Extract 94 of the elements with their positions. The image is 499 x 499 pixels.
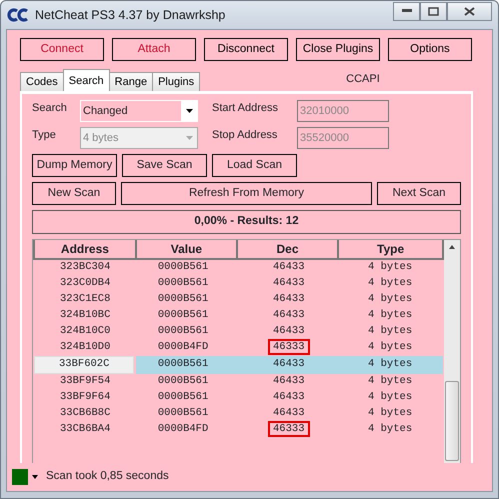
table-row[interactable]: 33BF602C 0000B561 46433 4 bytes	[34, 356, 444, 374]
table-cell: 324B10BC	[60, 308, 110, 321]
status-color-swatch[interactable]	[12, 469, 28, 485]
table-cell: 4 bytes	[368, 308, 412, 321]
status-text: Scan took 0,85 seconds	[46, 469, 169, 484]
table-cell: 33CB6B8C	[60, 406, 110, 419]
table-cell: 324B10C0	[60, 324, 110, 337]
table-row[interactable]: 33BF9F64 0000B561 46433 4 bytes	[34, 390, 444, 406]
action-button[interactable]: Dump Memory	[32, 154, 117, 177]
results-bar: 0,00% - Results: 12	[32, 210, 461, 234]
table-cell: 0000B4FD	[158, 422, 208, 435]
minimize-button[interactable]	[393, 2, 420, 20]
toolbar-button[interactable]: Disconnect	[204, 38, 288, 61]
table-cell: 4 bytes	[368, 422, 412, 435]
toolbar-button[interactable]: Attach	[112, 38, 196, 61]
column-header[interactable]: Address	[34, 240, 136, 259]
table-cell: 46433	[273, 374, 305, 387]
action-button[interactable]: Save Scan	[122, 154, 207, 177]
action-button[interactable]: Load Scan	[212, 154, 297, 177]
toolbar-button[interactable]: Close Plugins	[296, 38, 380, 61]
scan-button[interactable]: Refresh From Memory	[121, 182, 372, 205]
table-cell: 46433	[273, 324, 305, 337]
focused-cell: 33BF602C	[34, 356, 134, 374]
table-cell: 323C1EC8	[60, 292, 110, 305]
table-cell: 0000B561	[158, 292, 208, 305]
table-cell: 46433	[273, 358, 305, 370]
table-cell: 46433	[273, 276, 305, 289]
maximize-button[interactable]	[420, 2, 447, 20]
table-cell: 33BF9F54	[60, 374, 110, 387]
table-cell: 0000B561	[158, 308, 208, 321]
dropdown-arrow-icon[interactable]	[32, 475, 38, 479]
tab[interactable]: Plugins	[152, 72, 200, 91]
table-cell: 4 bytes	[368, 261, 412, 273]
table-row[interactable]: 324B10BC 0000B561 46433 4 bytes	[34, 308, 444, 324]
table-cell: 46333	[270, 422, 308, 435]
column-header[interactable]: Dec	[237, 240, 338, 259]
minimize-icon	[402, 9, 412, 13]
table-cell: 46433	[273, 292, 305, 305]
table-cell: 0000B561	[158, 324, 208, 337]
column-header[interactable]: Value	[136, 240, 237, 259]
table-cell: 33CB6BA4	[60, 422, 110, 435]
table-row[interactable]: 323C0DB4 0000B561 46433 4 bytes	[34, 276, 444, 292]
field-label: Type	[32, 128, 57, 143]
table-cell: 0000B561	[158, 261, 208, 273]
table-row[interactable]: 33CB6B8C 0000B561 46433 4 bytes	[34, 406, 444, 422]
table-row[interactable]: 323C1EC8 0000B561 46433 4 bytes	[34, 292, 444, 308]
table-row[interactable]: 33BF9F54 0000B561 46433 4 bytes	[34, 374, 444, 390]
toolbar-button[interactable]: Connect	[20, 38, 104, 61]
table-cell: 324B10D0	[60, 340, 110, 353]
close-button[interactable]	[447, 2, 492, 20]
app-logo-icon	[7, 8, 29, 22]
toolbar-button[interactable]: Options	[388, 38, 472, 61]
tab[interactable]: Search	[62, 69, 110, 91]
table-cell: 0000B4FD	[158, 340, 208, 353]
table-cell: 46433	[273, 390, 305, 403]
table-row[interactable]: 324B10C0 0000B561 46433 4 bytes	[34, 324, 444, 340]
table-cell: 4 bytes	[368, 324, 412, 337]
dropdown-arrow-icon[interactable]	[186, 109, 192, 113]
table-cell: 46433	[273, 308, 305, 321]
table-cell: 4 bytes	[368, 292, 412, 305]
maximize-icon	[428, 6, 439, 16]
table-cell: 4 bytes	[368, 340, 412, 353]
table-cell: 0000B561	[158, 390, 208, 403]
tab[interactable]: Range	[108, 72, 154, 91]
table-cell: 4 bytes	[368, 276, 412, 289]
table-cell: 0000B561	[158, 374, 208, 387]
table-cell: 323C0DB4	[60, 276, 110, 289]
close-icon	[464, 6, 475, 16]
table-cell: 4 bytes	[368, 406, 412, 419]
field-label: Stop Address	[212, 128, 278, 143]
api-label: CCAPI	[346, 72, 380, 86]
table-cell: 46433	[273, 406, 305, 419]
scan-button[interactable]: New Scan	[32, 182, 116, 205]
column-header[interactable]: Type	[338, 240, 444, 259]
field-label: Start Address	[212, 101, 280, 116]
field-label: Search	[32, 101, 68, 116]
table-cell: 0000B561	[158, 406, 208, 419]
table-cell: 0000B561	[158, 276, 208, 289]
table-row[interactable]: 323BC304 0000B561 46433 4 bytes	[34, 259, 444, 276]
table-cell: 46333	[270, 340, 308, 353]
window-title: NetCheat PS3 4.37 by Dnawrkshp	[35, 6, 226, 24]
table-cell: 46433	[273, 261, 305, 273]
search-dropdown[interactable]: Changed	[80, 100, 198, 122]
table-cell: 0000B561	[158, 358, 208, 370]
table-cell: 4 bytes	[368, 358, 412, 370]
table-cell: 323BC304	[60, 261, 110, 273]
scrollbar[interactable]	[444, 240, 460, 463]
table-row[interactable]: 33CB6BA4 0000B4FD 46333 4 bytes	[34, 422, 444, 438]
tab[interactable]: Codes	[20, 72, 64, 91]
table-cell: 4 bytes	[368, 390, 412, 403]
table-cell: 33BF9F64	[60, 390, 110, 403]
table-cell: 4 bytes	[368, 374, 412, 387]
scan-button[interactable]: Next Scan	[377, 182, 461, 205]
table-row[interactable]: 324B10D0 0000B4FD 46333 4 bytes	[34, 340, 444, 356]
